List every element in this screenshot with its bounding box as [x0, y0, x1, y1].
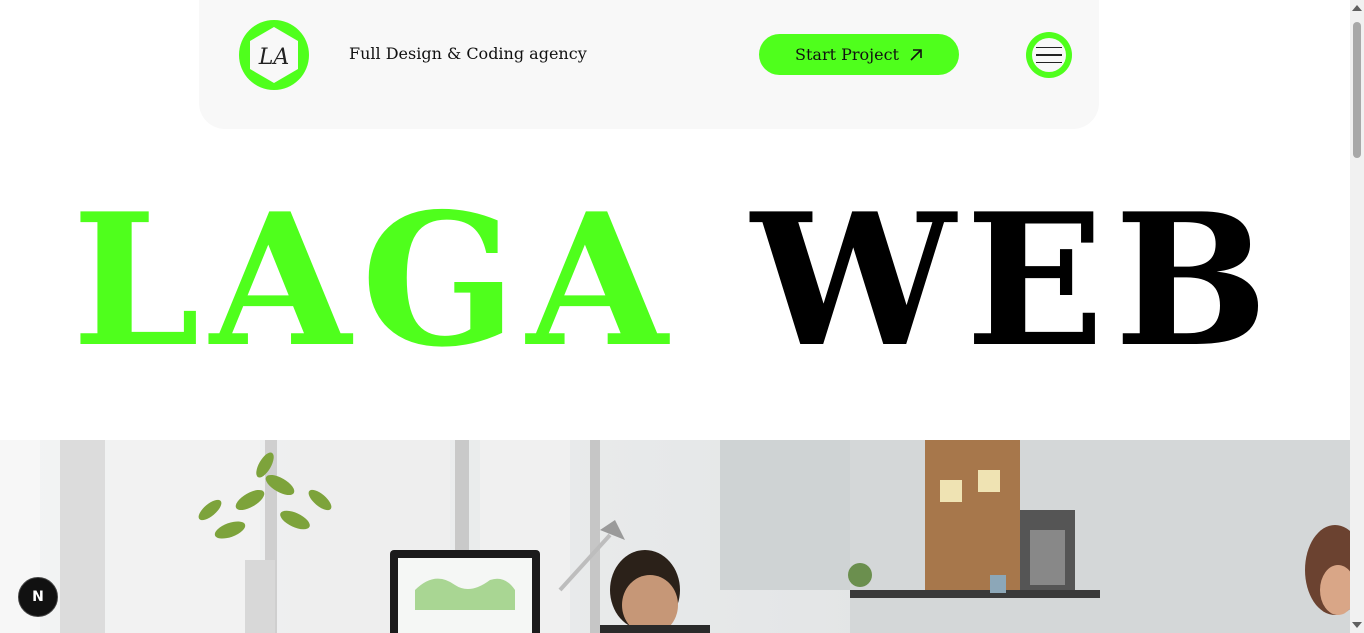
start-project-label: Start Project	[795, 45, 899, 64]
hamburger-menu-icon	[1032, 38, 1066, 72]
start-project-button[interactable]: Start Project	[759, 34, 959, 75]
office-photo	[0, 440, 1350, 633]
logo[interactable]: LA	[239, 20, 309, 90]
site-header: LA Full Design & Coding agency Start Pro…	[199, 0, 1099, 129]
hero-word-web: WEB	[751, 173, 1279, 387]
vertical-scrollbar[interactable]	[1350, 0, 1364, 633]
logo-hexagon-icon: LA	[250, 27, 298, 83]
menu-button[interactable]	[1026, 32, 1072, 78]
tagline: Full Design & Coding agency	[349, 44, 587, 63]
nextjs-dev-badge[interactable]: N	[18, 577, 58, 617]
scroll-up-arrow-icon[interactable]	[1352, 5, 1362, 11]
hero-word-laga: LAGA	[71, 173, 678, 387]
hero-title: LAGA WEB	[0, 185, 1350, 375]
logo-text: LA	[258, 45, 290, 70]
scrollbar-thumb[interactable]	[1353, 22, 1361, 158]
arrow-up-right-icon	[910, 48, 922, 61]
nextjs-badge-label: N	[32, 589, 44, 605]
scroll-down-arrow-icon[interactable]	[1352, 622, 1362, 628]
office-photo-illustration	[0, 440, 1350, 633]
